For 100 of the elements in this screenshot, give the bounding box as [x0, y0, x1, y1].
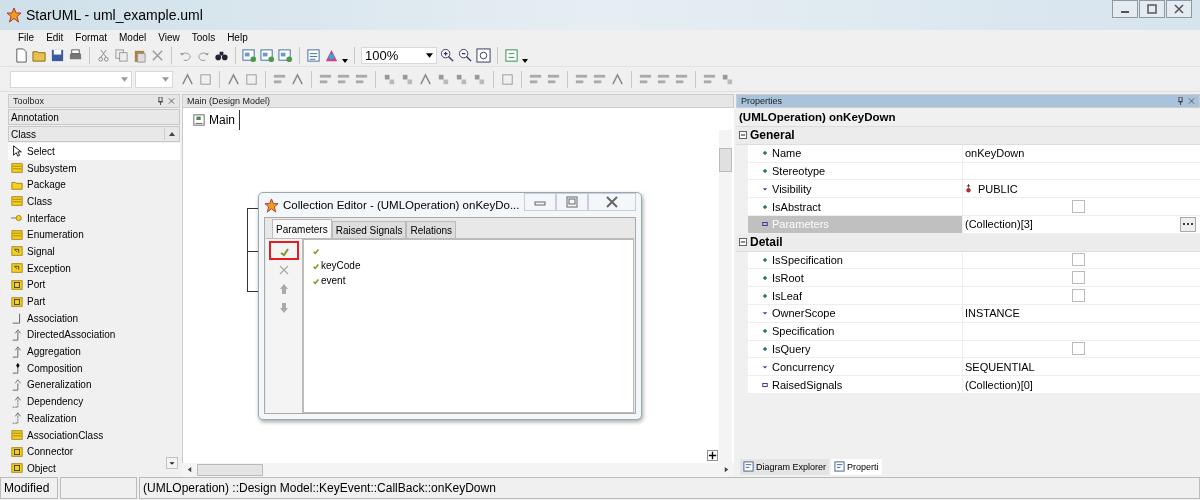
connector-icon: [11, 445, 23, 458]
parameter-item[interactable]: event: [321, 275, 346, 286]
tool-icon[interactable]: [610, 71, 625, 87]
close-button[interactable]: [588, 193, 636, 211]
font-combo[interactable]: [10, 70, 132, 88]
page-icon[interactable]: [306, 47, 321, 63]
property-value[interactable]: (Collection)[3]: [965, 218, 1033, 231]
toolbox-item[interactable]: Dependency: [8, 393, 180, 410]
toolbox-item[interactable]: Composition: [8, 359, 180, 377]
toolbox-item[interactable]: Port: [8, 276, 180, 294]
close-button[interactable]: [1166, 0, 1192, 18]
tool-icon[interactable]: [198, 71, 213, 87]
checkbox[interactable]: [1072, 271, 1085, 285]
toolbox-item[interactable]: Signal: [8, 243, 180, 260]
property-value[interactable]: SEQUENTIAL: [965, 360, 1035, 373]
property-name[interactable]: Concurrency: [748, 358, 962, 376]
checkbox[interactable]: [1072, 342, 1085, 356]
scroll-left-icon[interactable]: [186, 466, 193, 474]
panel-tab[interactable]: Properti: [831, 458, 882, 475]
panel-icon: [743, 461, 754, 473]
tool-icon[interactable]: [500, 71, 515, 87]
dialog-tab[interactable]: Parameters: [272, 219, 332, 238]
zoom-in-icon[interactable]: [440, 47, 455, 63]
dialog-tab[interactable]: Raised Signals: [331, 221, 407, 238]
menu-item[interactable]: Help: [227, 31, 248, 43]
toolbox-item[interactable]: Class: [8, 193, 180, 210]
menu-item[interactable]: File: [18, 31, 35, 43]
new-file-icon[interactable]: [14, 47, 29, 63]
tool-icon[interactable]: [290, 71, 305, 87]
dropdown-caret-icon[interactable]: [342, 59, 348, 63]
toolbox-section[interactable]: Class: [8, 126, 180, 142]
toolbox-item[interactable]: Package: [8, 176, 180, 194]
tool-icon[interactable]: [244, 71, 259, 87]
diagram-icon[interactable]: [278, 47, 293, 63]
property-name[interactable]: Name: [748, 144, 962, 162]
menu-item[interactable]: Tools: [191, 31, 216, 43]
dialog-tab[interactable]: Relations: [406, 221, 457, 238]
checkbox[interactable]: [1072, 253, 1085, 267]
menu-item[interactable]: Format: [75, 31, 108, 43]
pin-icon[interactable]: [157, 97, 164, 105]
cut-icon[interactable]: [96, 47, 111, 63]
minimize-button[interactable]: [1112, 0, 1138, 18]
toolbox-item[interactable]: Association: [8, 309, 180, 327]
scroll-right-icon[interactable]: [723, 466, 730, 474]
toolbox-item[interactable]: Interface: [8, 209, 180, 227]
property-name[interactable]: OwnerScope: [748, 304, 962, 322]
collapse-icon[interactable]: [739, 131, 747, 140]
zoom-out-icon[interactable]: [458, 47, 473, 63]
diagram-icon[interactable]: [242, 47, 257, 63]
collapse-icon[interactable]: [739, 238, 747, 247]
copy-icon[interactable]: [114, 47, 129, 63]
toolbox-item[interactable]: Connector: [8, 443, 180, 461]
toolbox-section[interactable]: Annotation: [8, 109, 180, 125]
maximize-button[interactable]: [1139, 0, 1165, 18]
part-icon: [11, 295, 23, 308]
property-name[interactable]: RaisedSignals: [748, 376, 962, 393]
toolbox-item[interactable]: Object: [8, 460, 180, 477]
menu-item[interactable]: Edit: [46, 31, 64, 43]
menu-item[interactable]: View: [158, 31, 180, 43]
property-value[interactable]: PUBLIC: [978, 182, 1018, 195]
palette-icon[interactable]: [324, 47, 339, 63]
zoom-combo[interactable]: 100%: [361, 46, 437, 64]
save-icon[interactable]: [50, 47, 65, 63]
toolbox-item[interactable]: Select: [8, 143, 180, 160]
checkbox[interactable]: [1072, 200, 1085, 214]
toolbox-item[interactable]: Enumeration: [8, 226, 180, 244]
plus-icon[interactable]: [707, 449, 718, 461]
menu-item[interactable]: Model: [119, 31, 147, 43]
caret-icon: [162, 76, 169, 82]
close-icon[interactable]: [168, 97, 175, 105]
toolbox-item[interactable]: Realization: [8, 410, 180, 427]
tool-icon[interactable]: [180, 71, 195, 87]
scroll-down-button[interactable]: [166, 456, 178, 469]
vertical-scrollbar[interactable]: [719, 130, 732, 463]
diagram-icon[interactable]: [260, 47, 275, 63]
toolbox-item[interactable]: Exception: [8, 259, 180, 277]
property-value[interactable]: (Collection)[0]: [965, 378, 1033, 391]
close-icon[interactable]: [1188, 97, 1195, 105]
fit-icon[interactable]: [476, 47, 491, 63]
toolbox-item[interactable]: Aggregation: [8, 343, 180, 360]
add-button[interactable]: [269, 241, 299, 260]
maximize-button[interactable]: [556, 193, 588, 211]
property-value[interactable]: onKeyDown: [965, 147, 1025, 160]
toolbox-item[interactable]: DirectedAssociation: [8, 326, 180, 344]
toolbox-item[interactable]: AssociationClass: [8, 426, 180, 444]
tool-icon[interactable]: [226, 71, 241, 87]
horizontal-scrollbar-thumb[interactable]: [197, 463, 263, 476]
ellipsis-button[interactable]: [1180, 216, 1196, 232]
pin-icon[interactable]: [1177, 97, 1184, 105]
property-value[interactable]: INSTANCE: [965, 307, 1020, 320]
toolbox-item[interactable]: Generalization: [8, 376, 180, 394]
toolbox-item[interactable]: Subsystem: [8, 159, 180, 177]
property-name[interactable]: Visibility: [748, 180, 962, 198]
dropdown-caret-icon[interactable]: [522, 59, 528, 63]
panel-tab[interactable]: Diagram Explorer: [740, 458, 830, 475]
parameter-item[interactable]: keyCode: [321, 260, 361, 271]
checkbox[interactable]: [1072, 289, 1085, 303]
toolbox-item[interactable]: Part: [8, 293, 180, 310]
size-combo[interactable]: [135, 70, 173, 88]
tool-icon[interactable]: [418, 71, 433, 87]
